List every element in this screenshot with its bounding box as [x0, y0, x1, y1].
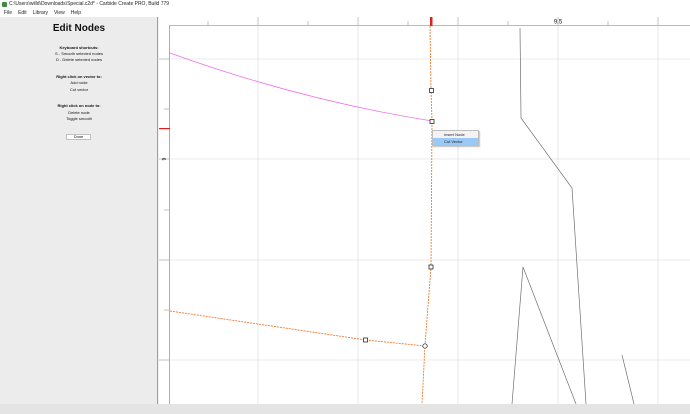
top-ruler-label: 9.5	[554, 20, 563, 26]
node-action-toggle-smooth: Toggle smooth	[65, 116, 92, 121]
canvas-drawing[interactable]: 9.5 6	[159, 17, 690, 404]
ruler-cursor-marker-x	[430, 17, 433, 26]
menu-help[interactable]: Help	[68, 9, 84, 17]
title-bar: C:\Users\willd\Downloads\Special.c2d* - …	[0, 0, 690, 9]
insert-node-menu-item[interactable]: Insert Node	[433, 131, 478, 138]
menu-file[interactable]: File	[0, 9, 15, 17]
node-actions-heading: Right click on node to:	[57, 103, 101, 108]
selected-vector-horizontal[interactable]	[169, 310, 426, 347]
app-icon	[2, 2, 7, 7]
vector-action-add-node: Add node	[70, 80, 88, 85]
menu-bar: File Edit Library View Help	[0, 9, 690, 17]
window-title: C:\Users\willd\Downloads\Special.c2d* - …	[9, 1, 170, 7]
design-canvas[interactable]: 9.5 6	[159, 17, 690, 404]
done-button[interactable]: Done	[66, 134, 91, 140]
keyboard-shortcuts-heading: Keyboard shortcuts:	[59, 45, 99, 50]
cut-vector-menu-item[interactable]: Cut Vector	[433, 138, 478, 145]
smooth-node[interactable]	[422, 343, 428, 349]
canvas-grid	[170, 26, 690, 404]
context-menu: Insert Node Cut Vector	[432, 130, 479, 146]
vector-actions-heading: Right click on vector to:	[56, 74, 102, 79]
menu-edit[interactable]: Edit	[15, 9, 30, 17]
left-ruler-label: 6	[160, 158, 166, 161]
menu-library[interactable]: Library	[30, 9, 51, 17]
status-bar	[0, 404, 690, 414]
vector-node[interactable]	[429, 88, 434, 93]
vector-node[interactable]	[363, 337, 368, 343]
top-ruler	[159, 17, 690, 26]
left-ruler	[159, 17, 169, 404]
vector-node[interactable]	[429, 119, 435, 124]
grey-vector-lower[interactable]	[511, 266, 577, 404]
ruler-cursor-marker-y	[159, 128, 170, 130]
shortcut-smooth: S - Smooth selected nodes	[54, 51, 104, 56]
grey-vector-upper[interactable]	[519, 27, 587, 404]
node-action-delete: Delete node	[68, 110, 90, 115]
shortcut-delete: D - Delete selected nodes	[55, 57, 103, 62]
panel-title: Edit Nodes	[52, 23, 106, 34]
vector-node[interactable]	[428, 264, 434, 270]
edit-nodes-panel: Edit Nodes Keyboard shortcuts: S - Smoot…	[0, 17, 158, 404]
magenta-vector[interactable]	[169, 52, 433, 122]
menu-view[interactable]: View	[51, 9, 68, 17]
vector-action-cut: Cut vector	[69, 87, 89, 92]
